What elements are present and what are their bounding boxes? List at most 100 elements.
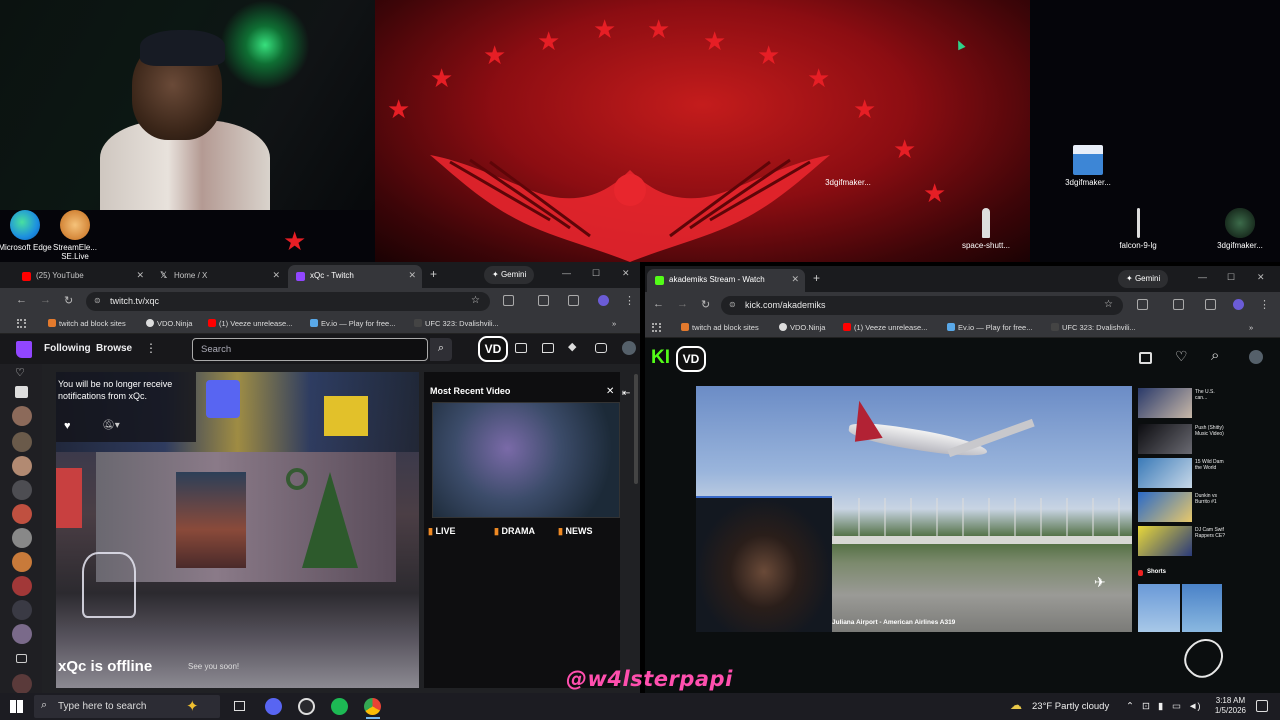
user-avatar[interactable] [1249, 350, 1263, 364]
bookmark-item[interactable]: (1) Veeze unrelease... [208, 319, 292, 328]
maximize-icon[interactable]: ☐ [1227, 272, 1235, 283]
close-tab-icon[interactable]: ✕ [408, 270, 416, 281]
weather-text[interactable]: 23°F Partly cloudy [1032, 701, 1109, 712]
video-title[interactable]: DJ Cam Swif Rappers CE? [1195, 527, 1225, 539]
bits-icon[interactable] [595, 343, 607, 353]
more-bookmarks-icon[interactable]: » [1249, 323, 1253, 332]
twitch-search-box[interactable]: Search [192, 338, 428, 361]
recent-video-thumbnail[interactable] [432, 402, 620, 518]
tag-news[interactable]: ▮ NEWS [558, 526, 592, 537]
heart-icon[interactable]: ♡ [1175, 348, 1188, 365]
calendar-icon[interactable] [1139, 352, 1152, 364]
channel-avatar[interactable] [12, 406, 32, 426]
bookmark-item[interactable]: twitch ad block sites [48, 319, 126, 328]
bookmark-item[interactable]: UFC 323: Dvalishvili... [1051, 323, 1136, 332]
discord-icon[interactable] [265, 698, 282, 715]
channel-avatar[interactable] [12, 432, 32, 452]
crown-icon[interactable]: ◆ [568, 340, 576, 353]
address-bar[interactable]: ⊜ kick.com/akademiks ☆ [721, 296, 1123, 315]
bookmark-item[interactable]: UFC 323: Dvalishvili... [414, 319, 499, 328]
video-title[interactable]: 15 Wild Dam the World [1195, 459, 1225, 471]
more-menu-icon[interactable]: ⋮ [145, 341, 157, 355]
maximize-icon[interactable]: ☐ [592, 268, 600, 279]
tab-kick[interactable]: akademiks Stream - Watch ✕ [647, 269, 805, 292]
channel-avatar[interactable] [12, 456, 32, 476]
forward-icon[interactable]: → [677, 298, 688, 310]
extensions-icon[interactable] [1137, 299, 1148, 310]
video-title[interactable]: Dunkin vs Burrito #1 [1195, 493, 1225, 505]
inbox-icon[interactable] [515, 343, 527, 353]
tag-drama[interactable]: ▮ DRAMA [494, 526, 535, 537]
search-button[interactable]: ⌕ [430, 338, 452, 361]
chrome-icon[interactable] [364, 698, 381, 715]
close-tab-icon[interactable]: ✕ [136, 270, 144, 281]
short-thumb[interactable] [1182, 584, 1222, 632]
channel-avatar[interactable] [12, 480, 32, 500]
bell-mute-icon[interactable]: 🔕︎▾ [102, 420, 120, 431]
close-window-icon[interactable]: ✕ [622, 268, 630, 279]
kick-logo[interactable]: KI [651, 347, 670, 369]
notifications-icon[interactable] [1256, 700, 1268, 712]
video-thumb[interactable] [1138, 388, 1192, 418]
video-thumb[interactable] [1138, 458, 1192, 488]
battery-icon[interactable]: ▭ [1172, 701, 1181, 712]
bookmark-item[interactable]: Ev.io — Play for free... [947, 323, 1032, 332]
bookmark-item[interactable]: twitch ad block sites [681, 323, 759, 332]
desktop-icon-3dgifmaker-3[interactable]: 3dgifmaker... [1210, 208, 1270, 250]
video-thumb[interactable] [1138, 526, 1192, 556]
microphone-icon[interactable]: ▮ [1158, 701, 1163, 712]
extensions-icon[interactable] [503, 295, 514, 306]
desktop-icon-space-shuttle[interactable]: space-shutt... [956, 208, 1016, 250]
user-avatar[interactable] [622, 341, 636, 355]
gemini-button[interactable]: ✦ Gemini [1118, 270, 1169, 288]
short-thumb[interactable] [1138, 584, 1180, 632]
new-tab-button[interactable]: + [813, 271, 820, 285]
desktop-icon-3dgifmaker-2[interactable]: 3dgifmaker... [1058, 145, 1118, 187]
channel-avatar[interactable] [12, 576, 32, 596]
reload-icon[interactable]: ↻ [701, 298, 710, 311]
channel-avatar[interactable] [12, 600, 32, 620]
camera-icon[interactable] [16, 654, 27, 663]
whispers-icon[interactable] [542, 343, 554, 353]
back-icon[interactable]: ← [653, 298, 664, 310]
nav-browse[interactable]: Browse [96, 343, 132, 354]
desktop-icon-streamelements[interactable]: StreamEle... SE.Live [45, 210, 105, 261]
profile-icon[interactable] [1233, 299, 1244, 310]
video-thumb[interactable] [1138, 424, 1192, 454]
minimize-icon[interactable]: — [1198, 272, 1207, 282]
search-icon[interactable]: ⌕ [1211, 347, 1219, 364]
downloads-icon[interactable] [1205, 299, 1216, 310]
gemini-button[interactable]: ✦ Gemini [484, 266, 535, 284]
back-icon[interactable]: ← [16, 294, 27, 306]
profile-icon[interactable] [598, 295, 609, 306]
sidepanel-icon[interactable] [538, 295, 549, 306]
bookmark-item[interactable]: (1) Veeze unrelease... [843, 323, 927, 332]
apps-grid-icon[interactable] [17, 319, 26, 328]
bookmark-item[interactable]: VDO.Ninja [779, 323, 825, 332]
stream-offline-screen[interactable]: You will be no longer receive notificati… [56, 372, 419, 688]
scrollbar[interactable] [634, 374, 638, 484]
address-bar[interactable]: ⊜ twitch.tv/xqc ☆ [86, 292, 490, 311]
bookmark-item[interactable]: Ev.io — Play for free... [310, 319, 395, 328]
twitch-logo-icon[interactable] [16, 341, 32, 358]
video-title[interactable]: The U.S. can... [1195, 389, 1225, 401]
downloads-icon[interactable] [568, 295, 579, 306]
minimize-icon[interactable]: — [562, 268, 571, 278]
apps-grid-icon[interactable] [652, 323, 661, 332]
desktop-icon-3dgifmaker-1[interactable]: 3dgifmaker... [818, 145, 878, 187]
heart-icon[interactable]: ♡ [15, 366, 25, 379]
task-view-icon[interactable] [234, 701, 245, 711]
video-player[interactable]: ✈ Juliana Airport - American Airlines A3… [696, 386, 1132, 632]
volume-icon[interactable]: ◄) [1188, 701, 1201, 712]
close-window-icon[interactable]: ✕ [1257, 272, 1265, 283]
tab-twitch[interactable]: xQc - Twitch ✕ [288, 265, 422, 288]
channel-avatar[interactable] [12, 528, 32, 548]
reload-icon[interactable]: ↻ [64, 294, 73, 307]
tray-overflow-icon[interactable]: ⌃ [1126, 701, 1134, 712]
bookmark-star-icon[interactable]: ☆ [471, 295, 480, 306]
new-tab-button[interactable]: + [430, 267, 437, 281]
obs-icon[interactable] [298, 698, 315, 715]
close-tab-icon[interactable]: ✕ [791, 274, 799, 285]
clock[interactable]: 3:18 AM 1/5/2026 [1215, 696, 1246, 716]
collapse-panel-icon[interactable]: ⇤ [622, 388, 630, 399]
